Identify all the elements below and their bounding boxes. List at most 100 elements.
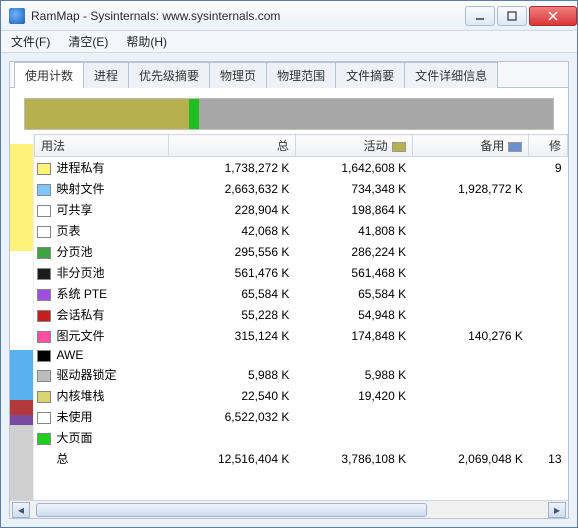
row-active: 54,948 K — [295, 304, 412, 325]
row-name: 可共享 — [35, 199, 169, 220]
col-active[interactable]: 活动 — [295, 135, 412, 157]
row-name: 会话私有 — [35, 304, 169, 325]
col-modified[interactable]: 修 — [529, 135, 568, 157]
row-standby — [412, 304, 529, 325]
color-swatch-icon — [37, 163, 51, 175]
row-active: 65,584 K — [295, 283, 412, 304]
distribution-segment — [189, 99, 200, 129]
table-row[interactable]: 非分页池561,476 K561,468 K — [35, 262, 568, 283]
col-standby[interactable]: 备用 — [412, 135, 529, 157]
app-icon — [9, 8, 25, 24]
row-total: 42,068 K — [168, 220, 295, 241]
tab-phys-ranges[interactable]: 物理范围 — [266, 62, 336, 88]
app-window: RamMap - Sysinternals: www.sysinternals.… — [0, 0, 578, 528]
row-active: 286,224 K — [295, 241, 412, 262]
totals-modified: 13 — [529, 448, 568, 469]
legend-standby-icon — [508, 142, 522, 152]
color-swatch-icon — [37, 226, 51, 238]
scroll-left-icon[interactable]: ◂ — [12, 502, 30, 518]
scroll-thumb[interactable] — [36, 503, 427, 517]
left-strip — [10, 134, 34, 500]
row-total: 315,124 K — [168, 325, 295, 346]
horizontal-scrollbar[interactable]: ◂ ▸ — [10, 500, 568, 518]
main-pane: 使用计数 进程 优先级摘要 物理页 物理范围 文件摘要 文件详细信息 用法 — [9, 61, 569, 519]
row-active: 1,642,608 K — [295, 157, 412, 179]
row-total: 1,738,272 K — [168, 157, 295, 179]
row-total: 5,988 K — [168, 364, 295, 385]
row-name: 图元文件 — [35, 325, 169, 346]
row-modified: 9 — [529, 157, 568, 179]
row-active: 5,988 K — [295, 364, 412, 385]
row-name: 映射文件 — [35, 178, 169, 199]
row-standby — [412, 262, 529, 283]
table-row[interactable]: 图元文件315,124 K174,848 K140,276 K — [35, 325, 568, 346]
distribution-bar-wrap — [10, 88, 568, 134]
left-strip-segment — [10, 251, 33, 351]
client-area: 使用计数 进程 优先级摘要 物理页 物理范围 文件摘要 文件详细信息 用法 — [1, 53, 577, 527]
row-active — [295, 406, 412, 427]
row-name: 未使用 — [35, 406, 169, 427]
maximize-button[interactable] — [497, 6, 527, 26]
minimize-button[interactable] — [465, 6, 495, 26]
table-row[interactable]: 页表42,068 K41,808 K — [35, 220, 568, 241]
tab-use-counts[interactable]: 使用计数 — [14, 62, 84, 88]
table-row[interactable]: 会话私有55,228 K54,948 K — [35, 304, 568, 325]
tab-phys-pages[interactable]: 物理页 — [209, 62, 267, 88]
tab-processes[interactable]: 进程 — [83, 62, 129, 88]
table-row[interactable]: 分页池295,556 K286,224 K — [35, 241, 568, 262]
titlebar[interactable]: RamMap - Sysinternals: www.sysinternals.… — [1, 1, 577, 31]
col-total[interactable]: 总 — [168, 135, 295, 157]
tab-file-detail[interactable]: 文件详细信息 — [404, 62, 498, 88]
menu-help[interactable]: 帮助(H) — [122, 31, 171, 52]
row-name: 内核堆栈 — [35, 385, 169, 406]
left-strip-segment — [10, 415, 33, 426]
row-modified — [529, 178, 568, 199]
table-row[interactable]: 系统 PTE65,584 K65,584 K — [35, 283, 568, 304]
left-strip-segment — [10, 425, 33, 500]
color-swatch-icon — [37, 310, 51, 322]
row-modified — [529, 283, 568, 304]
color-swatch-icon — [37, 247, 51, 259]
row-standby — [412, 385, 529, 406]
table-row[interactable]: AWE — [35, 346, 568, 364]
color-swatch-icon — [37, 370, 51, 382]
totals-row: 总12,516,404 K3,786,108 K2,069,048 K13 — [35, 448, 568, 469]
row-modified — [529, 364, 568, 385]
menu-file[interactable]: 文件(F) — [7, 31, 54, 52]
row-total: 6,522,032 K — [168, 406, 295, 427]
table-row[interactable]: 进程私有1,738,272 K1,642,608 K9 — [35, 157, 568, 179]
row-active: 174,848 K — [295, 325, 412, 346]
row-standby — [412, 427, 529, 448]
row-name: AWE — [35, 346, 169, 364]
totals-label: 总 — [35, 448, 169, 469]
close-button[interactable] — [529, 6, 577, 26]
row-modified — [529, 346, 568, 364]
row-modified — [529, 199, 568, 220]
menu-empty[interactable]: 清空(E) — [64, 31, 112, 52]
table-row[interactable]: 未使用6,522,032 K — [35, 406, 568, 427]
col-usage[interactable]: 用法 — [35, 135, 169, 157]
table-wrap[interactable]: 用法 总 活动 备用 修 进程私有1,738,272 K1,642,608 K9… — [34, 134, 568, 500]
body-row: 用法 总 活动 备用 修 进程私有1,738,272 K1,642,608 K9… — [10, 134, 568, 500]
window-buttons — [463, 6, 577, 26]
row-standby — [412, 157, 529, 179]
row-active: 19,420 K — [295, 385, 412, 406]
table-row[interactable]: 映射文件2,663,632 K734,348 K1,928,772 K — [35, 178, 568, 199]
table-row[interactable]: 大页面 — [35, 427, 568, 448]
row-total: 55,228 K — [168, 304, 295, 325]
row-standby — [412, 199, 529, 220]
table-row[interactable]: 可共享228,904 K198,864 K — [35, 199, 568, 220]
legend-active-icon — [392, 142, 406, 152]
tab-file-sum[interactable]: 文件摘要 — [335, 62, 405, 88]
row-name: 分页池 — [35, 241, 169, 262]
row-total: 22,540 K — [168, 385, 295, 406]
row-standby — [412, 406, 529, 427]
table-row[interactable]: 内核堆栈22,540 K19,420 K — [35, 385, 568, 406]
row-name: 大页面 — [35, 427, 169, 448]
tab-priority[interactable]: 优先级摘要 — [128, 62, 210, 88]
color-swatch-icon — [37, 391, 51, 403]
totals-total: 12,516,404 K — [168, 448, 295, 469]
table-row[interactable]: 驱动器锁定5,988 K5,988 K — [35, 364, 568, 385]
scroll-right-icon[interactable]: ▸ — [548, 502, 566, 518]
window-title: RamMap - Sysinternals: www.sysinternals.… — [31, 9, 463, 23]
